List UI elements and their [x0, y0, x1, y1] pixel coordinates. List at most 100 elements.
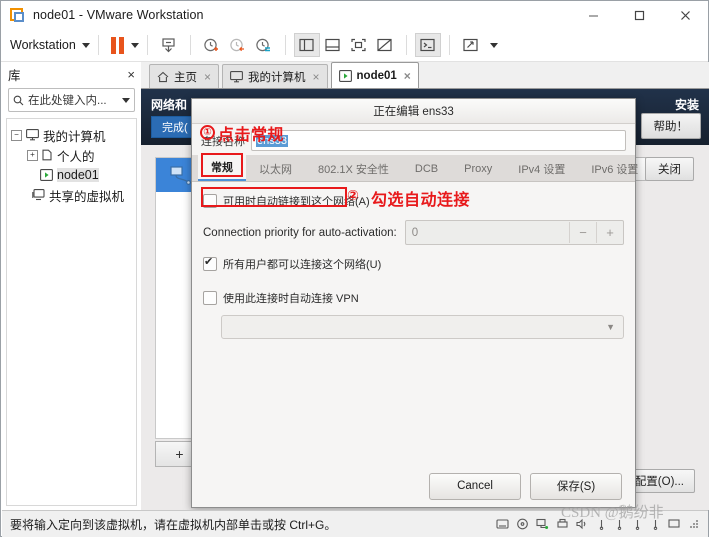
- vpn-checkbox[interactable]: [203, 291, 217, 305]
- annotation-box-general-tab: [201, 153, 243, 177]
- show-thumbnails-button[interactable]: [320, 33, 346, 57]
- search-input[interactable]: 在此处键入内...: [8, 88, 135, 112]
- vm-header-right-title: 安装: [674, 98, 699, 112]
- priority-value: 0: [411, 226, 419, 239]
- cd-icon[interactable]: [516, 518, 529, 530]
- toolbar-divider: [97, 35, 99, 55]
- stepper-decrement-button[interactable]: −: [569, 222, 596, 243]
- vm-tab-strip: 主页 × 我的计算机 × node01 ×: [141, 62, 709, 89]
- tab-dcb[interactable]: DCB: [402, 156, 451, 181]
- edit-connection-dialog: 正在编辑 ens33 连接名称 ens33 常规 以太网 802.1X 安全性 …: [191, 98, 638, 508]
- workstation-menu-label: Workstation: [10, 38, 76, 52]
- toolbar-divider: [405, 35, 407, 55]
- show-library-button[interactable]: [293, 33, 320, 57]
- cancel-button[interactable]: Cancel: [429, 472, 521, 500]
- disk-icon[interactable]: [496, 518, 509, 530]
- library-header: 库 ×: [2, 62, 141, 86]
- status-message: 要将输入定向到该虚拟机，请在虚拟机内部单击或按 Ctrl+G。: [10, 517, 337, 532]
- tab-ethernet[interactable]: 以太网: [246, 156, 305, 181]
- annotation-box-autoconnect: [201, 187, 347, 207]
- close-icon[interactable]: ×: [313, 70, 320, 84]
- unity-mode-button[interactable]: [372, 33, 398, 57]
- annotation-text-1: 点击常规: [218, 127, 285, 144]
- main-toolbar: Workstation: [1, 29, 708, 62]
- priority-label: Connection priority for auto-activation:: [203, 226, 397, 239]
- console-button[interactable]: [414, 33, 441, 57]
- tab-node01[interactable]: node01 ×: [330, 62, 419, 88]
- priority-stepper[interactable]: 0 − +: [404, 220, 624, 245]
- annotation-marker-2: ②: [347, 187, 360, 203]
- vm-running-icon: [338, 69, 352, 82]
- window-title: node01 - VMware Workstation: [33, 8, 204, 22]
- watermark-text: CSDN @鹅纷非: [561, 505, 664, 521]
- annotation-text-2: 勾选自动连接: [371, 192, 471, 209]
- expander-icon[interactable]: +: [27, 149, 38, 161]
- allusers-label: 所有用户都可以连接这个网络(U): [223, 259, 382, 271]
- stretch-dropdown-icon[interactable]: [489, 42, 498, 48]
- computer-icon: [26, 129, 39, 141]
- snapshot-manager-button[interactable]: [251, 33, 277, 57]
- stretch-button[interactable]: [458, 33, 484, 57]
- folder-icon: [42, 149, 52, 161]
- ethernet-icon: [169, 166, 191, 185]
- resize-grip[interactable]: [688, 518, 700, 530]
- shared-vm-icon: [32, 189, 45, 201]
- computer-icon: [230, 70, 243, 82]
- search-icon: [13, 95, 24, 105]
- close-icon[interactable]: ×: [127, 67, 135, 82]
- tab-home[interactable]: 主页 ×: [149, 64, 220, 88]
- vm-header-title: 网络和: [151, 98, 188, 112]
- workstation-menu-button[interactable]: Workstation: [10, 38, 90, 52]
- annotation-marker-1: ①: [200, 125, 215, 140]
- priority-row: Connection priority for auto-activation:…: [203, 220, 624, 245]
- close-icon[interactable]: [662, 1, 708, 29]
- help-button[interactable]: 帮助！: [640, 113, 701, 139]
- pause-button[interactable]: [110, 36, 124, 54]
- allusers-checkbox[interactable]: [203, 255, 217, 271]
- tab-proxy[interactable]: Proxy: [451, 156, 505, 181]
- tree-item-personal[interactable]: + 个人的: [11, 145, 132, 165]
- display-icon[interactable]: [668, 518, 681, 530]
- chevron-down-icon[interactable]: [122, 97, 130, 103]
- tree-item-shared-vms[interactable]: 共享的虚拟机: [11, 185, 132, 205]
- toolbar-divider: [284, 35, 286, 55]
- revert-snapshot-button[interactable]: [225, 33, 251, 57]
- allusers-checkbox-row[interactable]: 所有用户都可以连接这个网络(U): [203, 254, 624, 274]
- general-tab-pane: 可用时自动链接到这个网络(A) Connection priority for …: [192, 182, 635, 465]
- send-ctrl-alt-del-button[interactable]: [156, 33, 182, 57]
- tree-item-label: 我的计算机: [43, 129, 106, 144]
- dialog-tab-bar: 常规 以太网 802.1X 安全性 DCB Proxy IPv4 设置 IPv6…: [192, 154, 638, 182]
- vpn-label: 使用此连接时自动连接 VPN: [223, 293, 359, 305]
- tree-item-label: node01: [57, 168, 99, 182]
- close-button[interactable]: 关闭: [645, 157, 694, 181]
- maximize-icon[interactable]: [616, 1, 662, 29]
- library-title: 库: [8, 68, 21, 83]
- expander-icon[interactable]: −: [11, 129, 22, 141]
- minimize-icon[interactable]: [570, 1, 616, 29]
- title-bar: node01 - VMware Workstation: [1, 1, 708, 29]
- tab-ipv6-settings[interactable]: IPv6 设置: [578, 156, 651, 181]
- tab-8021x-security[interactable]: 802.1X 安全性: [305, 156, 402, 181]
- tab-label: 主页: [174, 71, 197, 84]
- close-icon[interactable]: ×: [404, 69, 411, 83]
- pause-dropdown-icon[interactable]: [130, 42, 139, 48]
- tab-my-computer[interactable]: 我的计算机 ×: [222, 64, 328, 88]
- connection-name-input[interactable]: ens33: [251, 130, 626, 151]
- tree-item-label: 共享的虚拟机: [49, 189, 125, 204]
- close-icon[interactable]: ×: [204, 70, 211, 84]
- library-tree: − 我的计算机 + 个人的 node01 共享的虚拟机: [6, 118, 137, 506]
- chevron-down-icon: ▼: [606, 322, 615, 332]
- window-controls: [570, 1, 708, 29]
- snapshot-button[interactable]: [199, 33, 225, 57]
- tab-ipv4-settings[interactable]: IPv4 设置: [505, 156, 578, 181]
- toolbar-divider: [448, 35, 450, 55]
- fullscreen-button[interactable]: [346, 33, 372, 57]
- vpn-checkbox-row[interactable]: 使用此连接时自动连接 VPN: [203, 288, 624, 308]
- stepper-increment-button[interactable]: +: [596, 222, 623, 243]
- vpn-select[interactable]: ▼: [221, 315, 624, 339]
- save-button[interactable]: 保存(S): [530, 472, 622, 500]
- network-icon[interactable]: [536, 518, 549, 530]
- vmware-logo-icon: [10, 7, 26, 23]
- tree-item-my-computer[interactable]: − 我的计算机: [11, 125, 132, 145]
- tree-item-node01[interactable]: node01: [11, 165, 132, 185]
